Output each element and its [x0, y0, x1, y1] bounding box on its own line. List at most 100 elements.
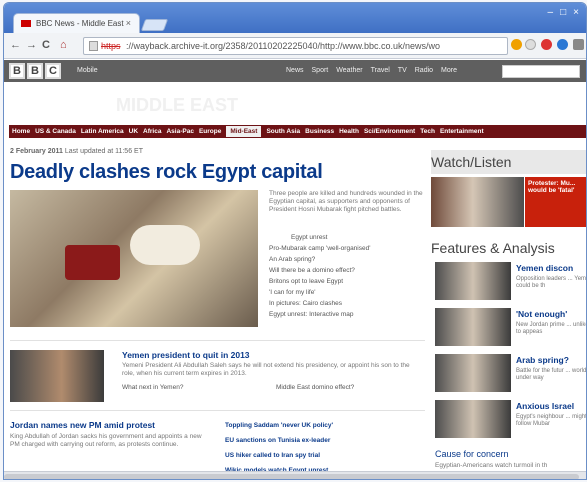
url-text: ://wayback.archive-it.org/2358/201102022…: [126, 41, 441, 51]
bbc-masthead: B B C Mobile News Sport Weather Travel T…: [4, 60, 586, 82]
related-link[interactable]: Egypt unrest: Interactive map: [269, 309, 429, 320]
tab-title: BBC News - Middle East: [36, 19, 124, 28]
web-page: B B C Mobile News Sport Weather Travel T…: [4, 60, 587, 479]
feature-title[interactable]: Yemen discon: [516, 263, 573, 273]
jordan-story-summary: King Abdullah of Jordan sacks his govern…: [10, 433, 202, 448]
title-bar: BBC News - Middle East × – □ ×: [4, 3, 586, 33]
section-us-canada[interactable]: US & Canada: [35, 128, 76, 135]
main-headline[interactable]: Deadly clashes rock Egypt capital: [10, 161, 323, 184]
section-sci-environment[interactable]: Sci/Environment: [364, 128, 415, 135]
browser-toolbar: ← → C ⌂ https ://wayback.archive-it.org/…: [4, 33, 586, 59]
main-related-links: Egypt unrest Pro-Mubarak camp 'well-orga…: [269, 232, 429, 320]
related-link[interactable]: Will there be a domino effect?: [269, 265, 429, 276]
updated-time: Last updated at 11:56 ET: [64, 148, 143, 155]
watch-listen-image[interactable]: [431, 177, 524, 227]
yemen-link[interactable]: What next in Yemen?: [122, 384, 183, 392]
tab-close-icon[interactable]: ×: [126, 18, 131, 28]
section-nav: Home US & Canada Latin America UK Africa…: [9, 125, 586, 138]
bbc-logo[interactable]: B B C: [9, 63, 61, 79]
section-south-asia[interactable]: South Asia: [266, 128, 300, 135]
section-title: MIDDLE EAST: [116, 95, 239, 115]
feature-image[interactable]: [435, 400, 511, 438]
jordan-story-title[interactable]: Jordan names new PM amid protest: [10, 420, 155, 430]
nav-tv[interactable]: TV: [398, 67, 407, 74]
feature-title[interactable]: 'Not enough': [516, 309, 567, 319]
address-bar[interactable]: https ://wayback.archive-it.org/2358/201…: [83, 37, 508, 55]
mobile-link[interactable]: Mobile: [77, 67, 98, 74]
concern-title[interactable]: Cause for concern: [435, 449, 509, 459]
home-icon[interactable]: ⌂: [60, 39, 67, 51]
section-europe[interactable]: Europe: [199, 128, 221, 135]
section-health[interactable]: Health: [339, 128, 359, 135]
watch-listen-heading[interactable]: Watch/Listen: [431, 154, 511, 170]
section-mid-east[interactable]: Mid-East: [226, 126, 262, 137]
menu-icon[interactable]: [573, 39, 584, 50]
search-input[interactable]: [502, 65, 580, 78]
divider: [10, 410, 425, 411]
section-latin-america[interactable]: Latin America: [81, 128, 124, 135]
nav-travel[interactable]: Travel: [371, 67, 390, 74]
yemen-story-image[interactable]: [10, 350, 104, 402]
scrollbar-thumb[interactable]: [4, 474, 579, 479]
yemen-story-summary: Yemeni President Ali Abdullah Saleh says…: [122, 362, 410, 377]
feature-summary: Egypt's neighbour ... might follow Mubar: [516, 414, 587, 427]
mini-link[interactable]: Toppling Saddam 'never UK policy': [225, 422, 333, 429]
nav-news[interactable]: News: [286, 67, 304, 74]
mini-link[interactable]: US hiker called to Iran spy trial: [225, 452, 320, 459]
feature-summary: Opposition leaders ... Yemen could be th: [516, 276, 587, 289]
nav-more[interactable]: More: [441, 67, 457, 74]
forward-icon[interactable]: →: [26, 39, 37, 51]
feature-image[interactable]: [435, 354, 511, 392]
browser-tab[interactable]: BBC News - Middle East ×: [13, 13, 140, 33]
feature-summary: Battle for the futur ... world is under …: [516, 368, 587, 381]
bbc-favicon-icon: [21, 20, 31, 27]
star-icon[interactable]: [525, 39, 536, 50]
nav-radio[interactable]: Radio: [415, 67, 433, 74]
nav-sport[interactable]: Sport: [312, 67, 329, 74]
section-uk[interactable]: UK: [129, 128, 138, 135]
feature-image[interactable]: [435, 308, 511, 346]
related-link[interactable]: Pro-Mubarak camp 'well-organised': [269, 243, 429, 254]
section-asia-pac[interactable]: Asia-Pac: [166, 128, 193, 135]
section-entertainment[interactable]: Entertainment: [440, 128, 484, 135]
main-story-image[interactable]: [10, 190, 258, 327]
date: 2 February 2011: [10, 148, 63, 155]
feature-summary: New Jordan prime ... unlikely to appeas: [516, 322, 587, 335]
pinterest-icon[interactable]: [541, 39, 552, 50]
related-link[interactable]: 'I can for my life': [269, 287, 429, 298]
close-window-icon[interactable]: ×: [573, 7, 579, 18]
date-line: 2 February 2011 Last updated at 11:56 ET: [10, 148, 143, 155]
logo-letter: C: [45, 63, 61, 79]
browser-window: BBC News - Middle East × – □ × ← → C ⌂ h…: [3, 2, 587, 480]
mini-link[interactable]: EU sanctions on Tunisia ex-leader: [225, 437, 330, 444]
extension-icon[interactable]: [557, 39, 568, 50]
top-nav: News Sport Weather Travel TV Radio More: [286, 67, 457, 74]
back-icon[interactable]: ←: [10, 39, 21, 51]
related-link[interactable]: Britons opt to leave Egypt: [269, 276, 429, 287]
rider-shape: [65, 245, 120, 280]
nav-weather[interactable]: Weather: [336, 67, 362, 74]
concern-summary: Egyptian-Americans watch turmoil in th: [435, 462, 548, 469]
section-business[interactable]: Business: [305, 128, 334, 135]
yemen-link[interactable]: Middle East domino effect?: [276, 384, 354, 392]
minimize-icon[interactable]: –: [548, 7, 554, 18]
feature-title[interactable]: Arab spring?: [516, 355, 569, 365]
maximize-icon[interactable]: □: [560, 7, 566, 18]
related-link[interactable]: In pictures: Cairo clashes: [269, 298, 429, 309]
feature-image[interactable]: [435, 262, 511, 300]
reload-icon[interactable]: C: [42, 39, 50, 51]
features-heading[interactable]: Features & Analysis: [431, 240, 555, 256]
chrome-icon[interactable]: [511, 39, 522, 50]
url-scheme: https: [101, 41, 121, 51]
feature-title[interactable]: Anxious Israel: [516, 401, 574, 411]
related-link[interactable]: Egypt unrest: [269, 232, 429, 243]
section-africa[interactable]: Africa: [143, 128, 161, 135]
yemen-story-title[interactable]: Yemen president to quit in 2013: [122, 350, 250, 360]
related-link[interactable]: An Arab spring?: [269, 254, 429, 265]
watch-listen-caption[interactable]: Protester: Mu... would be 'fatal': [525, 177, 586, 227]
main-summary: Three people are killed and hundreds wou…: [269, 190, 423, 213]
section-tech[interactable]: Tech: [420, 128, 435, 135]
horizontal-scrollbar[interactable]: [4, 471, 586, 479]
section-home[interactable]: Home: [12, 128, 30, 135]
new-tab-button[interactable]: [140, 19, 169, 31]
